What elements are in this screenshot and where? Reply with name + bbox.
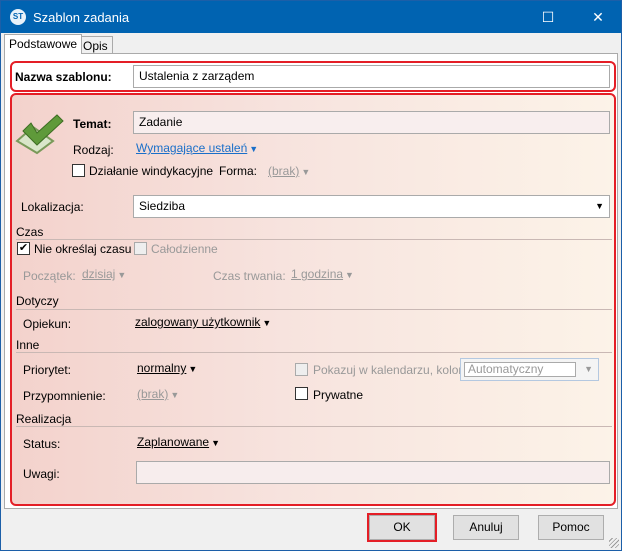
color-select[interactable]: Automatyczny ▼ [460,358,599,381]
divider [16,352,612,353]
form-value: (brak) [268,164,300,178]
notes-input[interactable] [136,461,610,484]
tab-opis[interactable]: Opis [78,36,113,54]
form-dropdown[interactable]: (brak) ▼ [268,164,310,178]
ok-button[interactable]: OK [367,513,437,542]
chevron-down-icon: ▼ [301,167,311,177]
app-logo-icon: ST [10,9,26,25]
divider [16,239,612,240]
guardian-value: zalogowany użytkownik [135,315,261,329]
start-dropdown[interactable]: dzisiaj ▼ [82,267,126,281]
type-value: Wymagające ustaleń [136,141,248,155]
close-button[interactable]: ✕ [575,1,621,33]
guardian-dropdown[interactable]: zalogowany użytkownik ▼ [135,315,271,329]
tab-podstawowe[interactable]: Podstawowe [4,34,83,54]
reminder-value: (brak) [137,387,169,401]
subject-input[interactable]: Zadanie [133,111,610,134]
divider [16,426,612,427]
notes-label: Uwagi: [23,467,60,481]
all-day-checkbox[interactable] [134,242,147,255]
no-time-label: Nie określaj czasu [34,242,132,256]
realization-section-title: Realizacja [16,412,72,426]
type-dropdown[interactable]: Wymagające ustaleń ▼ [136,141,258,155]
private-label: Prywatne [313,388,364,402]
chevron-down-icon: ▼ [584,364,593,374]
chevron-down-icon: ▼ [117,270,127,280]
reminder-dropdown[interactable]: (brak) ▼ [137,387,179,401]
start-value: dzisiaj [82,267,116,281]
status-label: Status: [23,437,61,451]
other-section-title: Inne [16,338,40,352]
chevron-down-icon: ▼ [345,270,354,280]
duration-dropdown[interactable]: 1 godzina ▼ [291,267,354,281]
concerns-section-title: Dotyczy [16,294,59,308]
location-label: Lokalizacja: [21,200,84,214]
color-value: Automatyczny [464,362,576,377]
chevron-down-icon: ▼ [262,318,272,328]
maximize-button[interactable]: ☐ [525,1,571,33]
private-checkbox[interactable] [295,387,308,400]
window-title: Szablon zadania [33,10,130,25]
chevron-down-icon: ▼ [595,201,604,211]
duration-value: 1 godzina [291,267,344,281]
subject-label: Temat: [73,117,112,131]
chevron-down-icon: ▼ [211,438,220,448]
location-value: Siedziba [139,199,186,213]
help-button[interactable]: Pomoc [538,515,604,540]
title-bar: ST Szablon zadania ☐ ✕ [1,1,621,33]
location-select[interactable]: Siedziba ▼ [133,195,610,218]
priority-value: normalny [137,361,187,375]
all-day-label: Całodzienne [151,242,218,256]
no-time-checkbox[interactable]: ✔ [17,242,30,255]
status-value: Zaplanowane [137,435,210,449]
type-label: Rodzaj: [73,143,114,157]
template-name-input[interactable]: Ustalenia z zarządem [133,65,610,88]
start-label: Początek: [23,269,76,283]
debt-action-label: Działanie windykacyjne [89,164,214,178]
chevron-down-icon: ▼ [188,364,198,374]
template-name-label: Nazwa szablonu: [15,70,112,84]
resize-grip[interactable] [609,538,619,548]
show-in-calendar-label: Pokazuj w kalendarzu, kolor: [313,363,466,377]
priority-label: Priorytet: [23,363,72,377]
cancel-button[interactable]: Anuluj [453,515,519,540]
chevron-down-icon: ▼ [249,144,259,154]
form-label: Forma: [219,164,258,178]
time-section-title: Czas [16,225,44,239]
chevron-down-icon: ▼ [170,390,180,400]
show-in-calendar-checkbox[interactable] [295,363,308,376]
reminder-label: Przypomnienie: [23,389,106,403]
priority-dropdown[interactable]: normalny ▼ [137,361,197,375]
guardian-label: Opiekun: [23,317,72,331]
dialog-window: ST Szablon zadania ☐ ✕ Podstawowe Opis N… [0,0,622,551]
divider [16,309,612,310]
duration-label: Czas trwania: [213,269,286,283]
task-check-icon [15,114,64,155]
debt-action-checkbox[interactable] [72,164,85,177]
status-dropdown[interactable]: Zaplanowane ▼ [137,435,220,449]
